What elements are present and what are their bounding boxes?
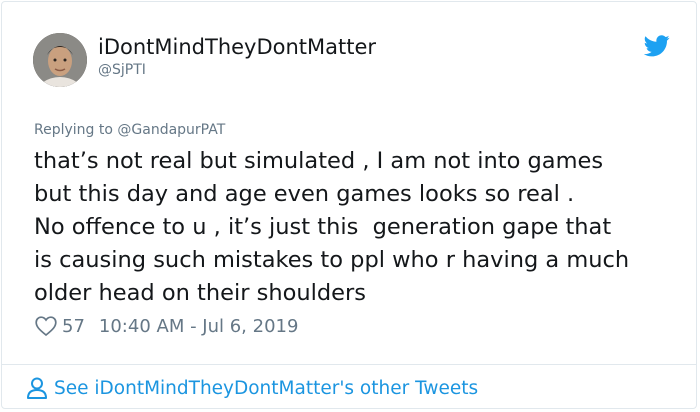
tweet-line: older head on their shoulders [34, 280, 366, 306]
person-icon [27, 377, 47, 399]
tweet-line: but this day and age even games looks so… [34, 181, 575, 207]
author-handle[interactable]: @SjPTI [98, 62, 146, 78]
tweet-line: No offence to u , it’s just this generat… [34, 214, 612, 240]
see-other-tweets-link[interactable]: See iDontMindTheyDontMatter's other Twee… [26, 376, 478, 400]
tweet-line: is causing such mistakes to ppl who r ha… [34, 247, 630, 273]
tweet-timestamp[interactable]: 10:40 AM - Jul 6, 2019 [99, 316, 299, 337]
heart-icon[interactable] [34, 314, 58, 338]
tweet-line: that’s not real but simulated , I am not… [34, 148, 604, 174]
see-other-tweets-label[interactable]: See iDontMindTheyDontMatter's other Twee… [54, 378, 478, 399]
author-display-name[interactable]: iDontMindTheyDontMatter [98, 35, 376, 59]
tweet-card: iDontMindTheyDontMatter @SjPTI Replying … [1, 1, 697, 409]
twitter-bird-icon[interactable] [644, 35, 670, 57]
replying-to: Replying to @GandapurPAT [34, 122, 225, 138]
avatar[interactable] [33, 33, 87, 87]
replying-to-label: Replying to [34, 122, 118, 138]
reply-mention-link[interactable]: @GandapurPAT [117, 122, 225, 138]
divider [2, 364, 696, 365]
tweet-meta: 57 10:40 AM - Jul 6, 2019 [34, 314, 298, 338]
tweet-text: that’s not real but simulated , I am not… [34, 145, 684, 310]
like-count[interactable]: 57 [62, 316, 85, 337]
